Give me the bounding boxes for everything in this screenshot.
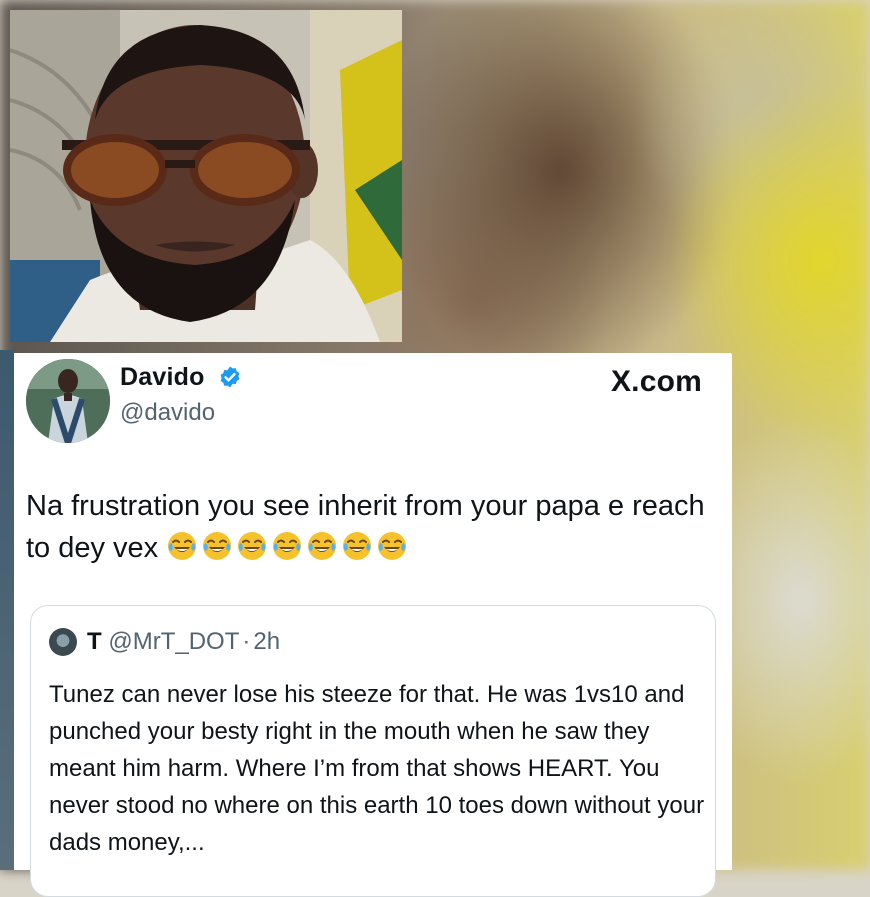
tweet-card: Davido @davido X.com Na frustration you …: [14, 353, 732, 897]
tears-of-joy-emoji: [308, 532, 337, 560]
quoted-text: Tunez can never lose his steeze for that…: [49, 681, 705, 856]
handle[interactable]: @davido: [120, 399, 215, 427]
display-name[interactable]: Davido: [120, 363, 205, 392]
site-brand: X.com: [610, 365, 702, 398]
quoted-tweet[interactable]: T @MrT_DOT · 2h Tunez can never lose his s…: [30, 605, 716, 897]
emoji-row: [166, 532, 411, 564]
quoted-handle[interactable]: @MrT_DOT: [108, 628, 239, 655]
avatar[interactable]: [26, 359, 110, 443]
quoted-display-name[interactable]: T: [87, 628, 102, 655]
verified-badge-icon: [220, 366, 240, 388]
tears-of-joy-emoji: [273, 532, 302, 560]
quoted-avatar[interactable]: [49, 628, 77, 656]
quoted-separator: ·: [242, 628, 251, 655]
tweet-text: Na frustration you see inherit from your…: [26, 485, 716, 569]
tears-of-joy-emoji: [203, 532, 232, 560]
background-strip: [0, 350, 14, 870]
tears-of-joy-emoji: [168, 532, 197, 560]
tears-of-joy-emoji: [238, 532, 267, 560]
quoted-header: T @MrT_DOT · 2h: [87, 628, 280, 656]
tears-of-joy-emoji: [378, 532, 407, 560]
quoted-time[interactable]: 2h: [253, 628, 280, 655]
tears-of-joy-emoji: [343, 532, 372, 560]
profile-photo: [10, 10, 402, 342]
